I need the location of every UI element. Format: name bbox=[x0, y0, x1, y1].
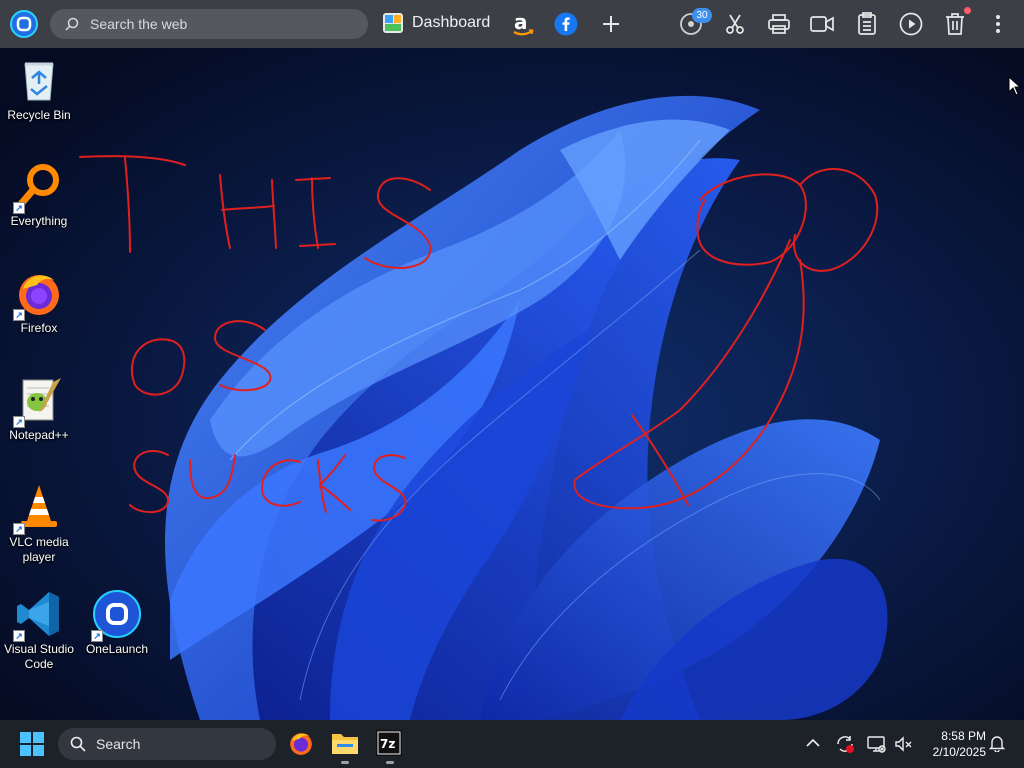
windows-start-icon[interactable] bbox=[20, 732, 44, 761]
video-icon[interactable] bbox=[809, 11, 835, 37]
more-icon[interactable] bbox=[985, 11, 1011, 37]
desktop-icon-vlc[interactable]: ↗ VLC media player bbox=[0, 483, 79, 565]
shortcut-arrow-icon: ↗ bbox=[13, 416, 25, 428]
desktop-icon-firefox[interactable]: ↗ Firefox bbox=[0, 269, 79, 336]
taskbar-firefox-icon[interactable] bbox=[288, 730, 316, 758]
plus-icon[interactable] bbox=[598, 11, 624, 37]
search-icon bbox=[70, 736, 86, 752]
running-indicator bbox=[386, 761, 394, 764]
file-explorer-icon[interactable] bbox=[331, 730, 359, 764]
volume-muted-icon[interactable] bbox=[893, 734, 913, 754]
desktop-icon-notepadpp[interactable]: ↗ Notepad++ bbox=[0, 376, 79, 443]
vscode-label: Visual Studio Code bbox=[4, 642, 74, 671]
mouse-cursor-icon bbox=[1008, 76, 1022, 96]
everything-search-icon: ↗ bbox=[13, 162, 63, 214]
shortcut-arrow-icon: ↗ bbox=[13, 523, 25, 535]
taskbar-search-placeholder: Search bbox=[96, 736, 141, 752]
amazon-icon[interactable]: a bbox=[510, 11, 536, 37]
onelaunch-logo-icon[interactable] bbox=[9, 9, 39, 39]
search-icon bbox=[65, 17, 79, 31]
scissors-icon[interactable] bbox=[722, 11, 748, 37]
vscode-icon: ↗ bbox=[13, 590, 63, 642]
clock-time: 8:58 PM bbox=[941, 729, 986, 743]
7zip-icon[interactable]: 7z bbox=[376, 730, 404, 764]
everything-label: Everything bbox=[10, 214, 68, 228]
chevron-up-icon[interactable] bbox=[804, 734, 824, 754]
trash-icon[interactable] bbox=[942, 7, 971, 37]
running-indicator bbox=[341, 761, 349, 764]
desktop-icon-everything[interactable]: ↗ Everything bbox=[0, 162, 79, 229]
network-icon[interactable] bbox=[866, 734, 886, 754]
printer-icon[interactable] bbox=[766, 11, 792, 37]
desktop-icon-onelaunch[interactable]: ↗ OneLaunch bbox=[77, 590, 157, 657]
onelaunch-icon: ↗ bbox=[91, 590, 141, 642]
dashboard-button[interactable]: Dashboard bbox=[382, 12, 490, 34]
play-icon[interactable] bbox=[898, 11, 924, 37]
notepadpp-icon: ↗ bbox=[13, 376, 63, 428]
notification-dot bbox=[964, 7, 971, 14]
firefox-icon: ↗ bbox=[13, 269, 63, 321]
dashboard-icon bbox=[383, 13, 403, 33]
dashboard-label: Dashboard bbox=[412, 14, 491, 31]
shortcut-arrow-icon: ↗ bbox=[13, 309, 25, 321]
sync-icon[interactable] bbox=[835, 734, 855, 754]
vlc-label: VLC media player bbox=[9, 535, 69, 564]
clock-date: 2/10/2025 bbox=[932, 745, 986, 759]
taskbar: Search 7z 8:58 PM 2/10/2025 bbox=[0, 720, 1024, 768]
desktop-icon-recycle-bin[interactable]: Recycle Bin bbox=[0, 56, 79, 123]
badge-icon[interactable]: 30 bbox=[678, 8, 712, 37]
launcher-bar: Search the web Dashboard a 30 bbox=[0, 0, 1024, 48]
onelaunch-label: OneLaunch bbox=[85, 642, 149, 656]
notepadpp-label: Notepad++ bbox=[9, 428, 69, 442]
shortcut-arrow-icon: ↗ bbox=[13, 202, 25, 214]
desktop-icon-vscode[interactable]: ↗ Visual Studio Code bbox=[0, 590, 79, 672]
notification-badge: 30 bbox=[692, 8, 712, 23]
web-search-placeholder: Search the web bbox=[90, 16, 188, 32]
svg-text:a: a bbox=[514, 11, 528, 34]
vlc-cone-icon: ↗ bbox=[13, 483, 63, 535]
recycle-bin-icon bbox=[15, 56, 63, 104]
system-clock[interactable]: 8:58 PM 2/10/2025 bbox=[918, 728, 986, 760]
notification-bell-icon[interactable] bbox=[988, 734, 1008, 754]
svg-text:7z: 7z bbox=[380, 737, 395, 751]
clipboard-icon[interactable] bbox=[854, 11, 880, 37]
taskbar-search-input[interactable]: Search bbox=[58, 728, 276, 760]
recycle-bin-label: Recycle Bin bbox=[7, 108, 71, 122]
firefox-label: Firefox bbox=[20, 321, 58, 335]
web-search-input[interactable]: Search the web bbox=[50, 9, 368, 39]
shortcut-arrow-icon: ↗ bbox=[13, 630, 25, 642]
shortcut-arrow-icon: ↗ bbox=[91, 630, 103, 642]
facebook-icon[interactable] bbox=[553, 11, 579, 37]
